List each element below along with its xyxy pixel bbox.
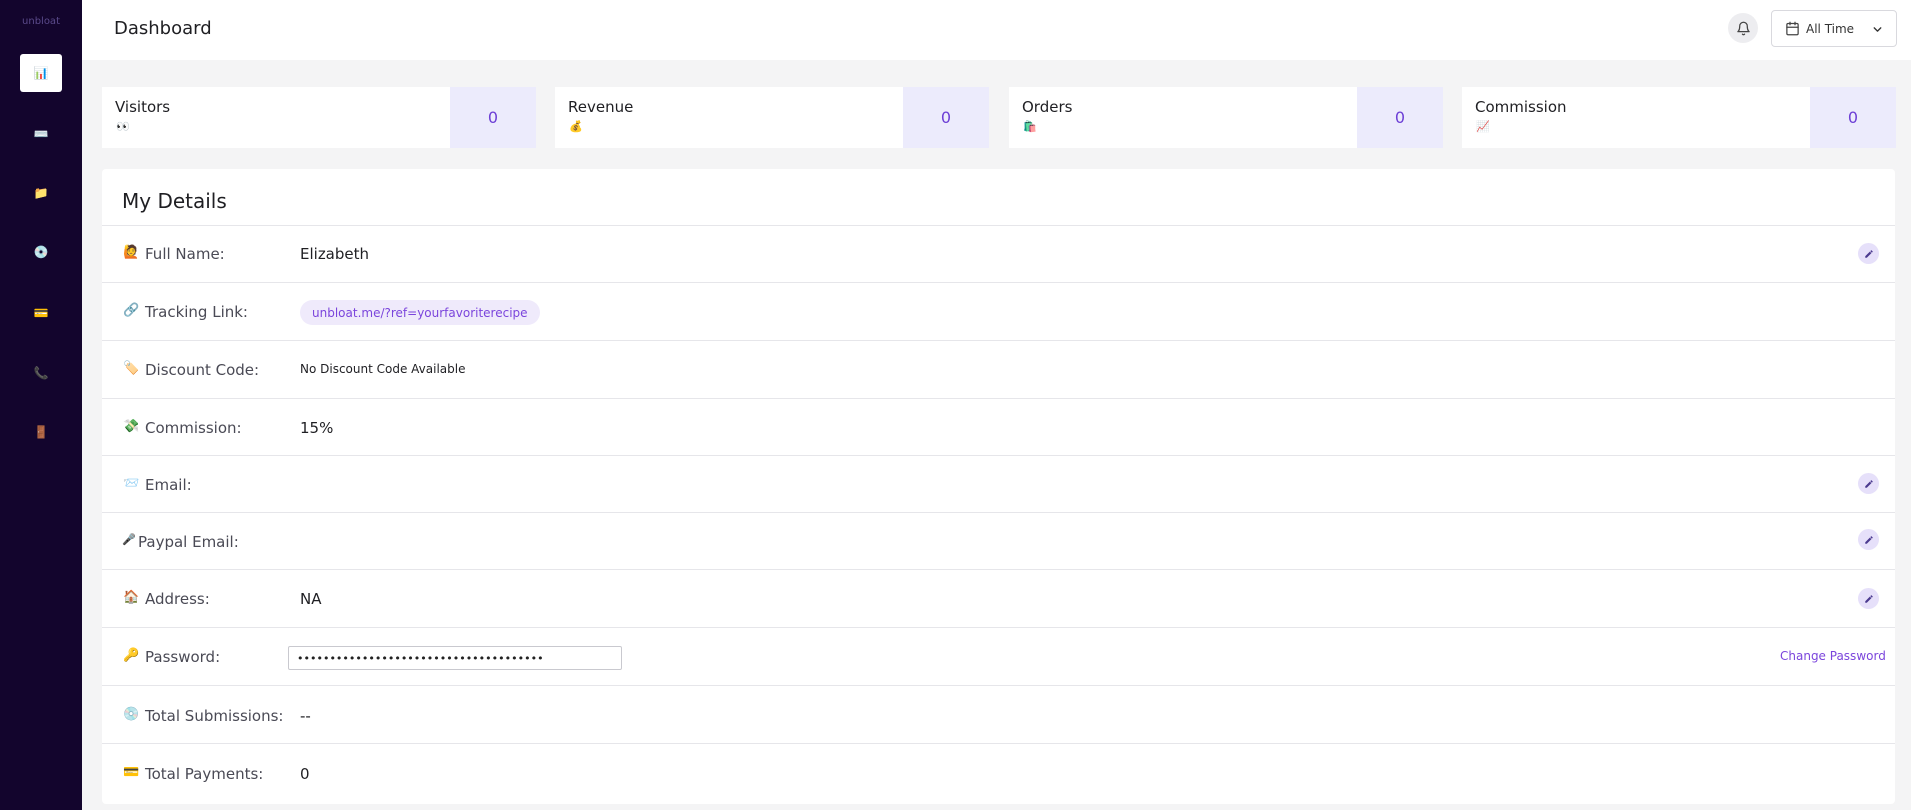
sidebar-item-folder[interactable]: 📁	[20, 174, 62, 212]
total-payments-value: 0	[300, 765, 310, 783]
stat-label: Visitors	[115, 98, 171, 116]
sidebar-item-disc[interactable]: 💿	[20, 233, 62, 271]
stat-value: 0	[1810, 87, 1896, 148]
detail-label: Password:	[145, 648, 221, 666]
sidebar-item-logout[interactable]: 🚪	[20, 413, 62, 451]
detail-label: Full Name:	[145, 245, 225, 263]
detail-row-email: 📨 Email:	[102, 456, 1895, 513]
bar-chart-icon: 📊	[33, 66, 49, 80]
address-value: NA	[300, 590, 322, 608]
phone-icon: 📞	[33, 366, 49, 380]
pencil-icon	[1864, 479, 1874, 489]
chart-up-icon: 📈	[1476, 120, 1490, 133]
stat-value: 0	[903, 87, 989, 148]
stat-card-orders: Orders 🛍️ 0	[1009, 87, 1443, 148]
detail-row-paypal-email: 🎤 Paypal Email:	[102, 513, 1895, 570]
full-name-value: Elizabeth	[300, 245, 370, 263]
stat-value: 0	[1357, 87, 1443, 148]
disc-icon: 💿	[123, 707, 140, 722]
date-range-select[interactable]: All Time	[1771, 10, 1897, 47]
detail-row-total-payments: 💳 Total Payments: 0	[102, 744, 1895, 801]
my-details-panel: My Details 🙋 Full Name: Elizabeth 🔗 Trac…	[102, 169, 1895, 804]
microphone-icon: 🎤	[122, 533, 136, 546]
edit-address-button[interactable]	[1858, 588, 1879, 609]
credit-card-icon: 💳	[33, 306, 49, 320]
detail-row-address: 🏠 Address: NA	[102, 570, 1895, 628]
envelope-icon: 📨	[123, 476, 140, 491]
door-icon: 🚪	[33, 425, 49, 439]
stat-value: 0	[450, 87, 536, 148]
password-field[interactable]: ••••••••••••••••••••••••••••••••••••••	[288, 646, 622, 670]
keyboard-icon: ⌨️	[33, 127, 49, 141]
change-password-link[interactable]: Change Password	[1780, 649, 1886, 663]
tag-icon: 🏷️	[123, 361, 140, 376]
edit-email-button[interactable]	[1858, 473, 1879, 494]
detail-row-full-name: 🙋 Full Name: Elizabeth	[102, 226, 1895, 283]
link-icon: 🔗	[123, 303, 140, 318]
detail-row-tracking-link: 🔗 Tracking Link: unbloat.me/?ref=yourfav…	[102, 283, 1895, 341]
stat-label: Orders	[1022, 98, 1073, 116]
edit-paypal-email-button[interactable]	[1858, 529, 1879, 550]
chevron-down-icon	[1871, 23, 1884, 36]
money-wings-icon: 💸	[123, 419, 140, 434]
money-bag-icon: 💰	[569, 120, 583, 133]
detail-label: Commission:	[145, 419, 242, 437]
date-range-label: All Time	[1806, 21, 1855, 36]
sidebar-item-payments[interactable]: 💳	[20, 294, 62, 332]
detail-label: Total Payments:	[145, 765, 264, 783]
detail-row-password: 🔑 Password: ••••••••••••••••••••••••••••…	[102, 628, 1895, 686]
stat-label: Commission	[1475, 98, 1567, 116]
sidebar-item-dashboard[interactable]: 📊	[20, 54, 62, 92]
sidebar-item-keyboard[interactable]: ⌨️	[20, 115, 62, 153]
bell-icon	[1736, 21, 1751, 36]
pencil-icon	[1864, 594, 1874, 604]
section-title: My Details	[122, 189, 227, 213]
stat-card-commission: Commission 📈 0	[1462, 87, 1896, 148]
page-title: Dashboard	[114, 18, 212, 39]
sidebar-item-support[interactable]: 📞	[20, 354, 62, 392]
detail-label: Paypal Email:	[138, 533, 239, 551]
detail-label: Address:	[145, 590, 210, 608]
eyes-icon: 👀	[116, 120, 130, 133]
raising-hand-icon: 🙋	[123, 245, 140, 260]
sidebar: unbloat 📊 ⌨️ 📁 💿 💳 📞 🚪	[0, 0, 82, 810]
total-submissions-value: --	[300, 707, 311, 725]
tracking-link-value[interactable]: unbloat.me/?ref=yourfavoriterecipe	[300, 300, 540, 325]
pencil-icon	[1864, 249, 1874, 259]
detail-row-total-submissions: 💿 Total Submissions: --	[102, 686, 1895, 744]
folder-icon: 📁	[33, 186, 49, 200]
stat-card-visitors: Visitors 👀 0	[102, 87, 536, 148]
edit-full-name-button[interactable]	[1858, 243, 1879, 264]
brand-logo[interactable]: unbloat	[0, 16, 82, 27]
stat-card-revenue: Revenue 💰 0	[555, 87, 989, 148]
commission-value: 15%	[300, 419, 334, 437]
discount-code-value: No Discount Code Available	[300, 362, 466, 376]
detail-label: Total Submissions:	[145, 707, 284, 725]
detail-row-commission: 💸 Commission: 15%	[102, 399, 1895, 456]
disc-icon: 💿	[33, 245, 49, 259]
shopping-bags-icon: 🛍️	[1023, 120, 1037, 133]
house-icon: 🏠	[123, 590, 140, 605]
detail-row-discount-code: 🏷️ Discount Code: No Discount Code Avail…	[102, 341, 1895, 399]
pencil-icon	[1864, 535, 1874, 545]
detail-label: Tracking Link:	[145, 303, 248, 321]
top-header: Dashboard All Time	[82, 0, 1911, 60]
detail-label: Email:	[145, 476, 192, 494]
detail-label: Discount Code:	[145, 361, 260, 379]
credit-card-icon: 💳	[123, 765, 140, 780]
stat-label: Revenue	[568, 98, 634, 116]
calendar-icon	[1785, 21, 1800, 36]
key-icon: 🔑	[123, 648, 140, 663]
notifications-button[interactable]	[1728, 13, 1758, 43]
